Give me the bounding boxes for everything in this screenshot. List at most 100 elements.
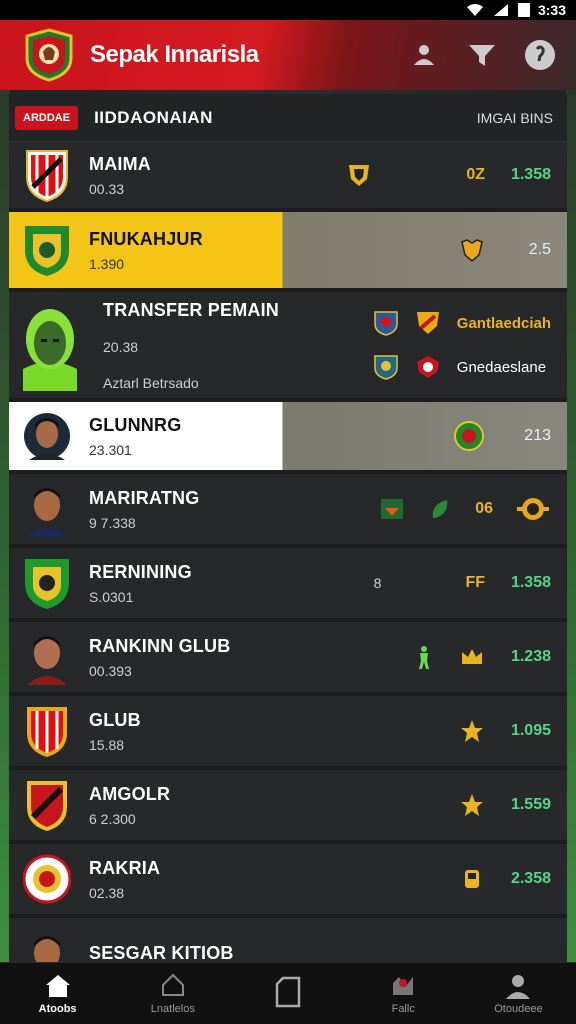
item-sub: S.0301 <box>89 588 134 605</box>
club-crest-icon <box>23 854 71 904</box>
app-logo <box>25 28 73 82</box>
club-crest-icon <box>381 499 404 519</box>
bus-icon <box>465 870 479 888</box>
item-sub: 1.390 <box>89 255 125 272</box>
nav-center[interactable] <box>230 963 345 1024</box>
item-score: 1.095 <box>510 722 551 739</box>
item-score: 2.5 <box>528 241 551 258</box>
filter-button[interactable] <box>466 39 498 71</box>
item-score: 2.358 <box>510 870 551 887</box>
transfer-label-from: Gantlaedciah <box>456 314 551 332</box>
nav-stats[interactable]: Fallc <box>346 963 461 1024</box>
profile-button[interactable] <box>408 39 440 71</box>
player-avatar <box>27 636 67 685</box>
item-score: 1.559 <box>510 796 551 813</box>
item-sub: 9 7.338 <box>89 514 136 531</box>
list-item-selected[interactable]: GLUNNRG 23.301 213 <box>9 402 567 474</box>
item-sub: 6 2.300 <box>89 810 136 827</box>
app-header: Sepak Innarisla <box>0 20 576 90</box>
list-item[interactable]: RANKINN GLUB 00.393 1.238 <box>9 622 567 696</box>
app-title: Sepak Innarisla <box>90 41 259 68</box>
club-crest-icon <box>27 707 67 757</box>
item-name: GLUB <box>89 709 141 730</box>
player-figure-icon <box>419 646 429 669</box>
item-code: FF <box>465 574 485 591</box>
list-item[interactable]: SESGAR KITIOB <box>9 918 567 962</box>
shield-icon <box>461 239 483 262</box>
list-item-highlighted[interactable]: FNUKAHJUR 1.390 2.5 <box>9 212 567 292</box>
item-extra: 8 <box>373 575 382 591</box>
nav-home[interactable]: Atoobs <box>0 963 115 1024</box>
item-name: SESGAR KITIOB <box>89 942 234 963</box>
player-avatar <box>24 413 70 460</box>
item-score: 1.238 <box>510 648 551 665</box>
club-crest-icon <box>26 150 68 203</box>
item-code: 0Z <box>466 166 485 183</box>
item-name: RANKINN GLUB <box>89 635 231 656</box>
nav-label: Otoudeee <box>494 1002 543 1015</box>
nav-notifications[interactable]: Lnatlelos <box>115 963 230 1024</box>
item-name: MARIRATNG <box>89 487 200 508</box>
item-code: 06 <box>475 500 493 517</box>
status-time: 3:33 <box>537 2 566 18</box>
item-name: AMGOLR <box>89 783 171 804</box>
player-avatar <box>34 936 60 962</box>
club-crest-icon <box>25 559 69 609</box>
item-name: RERNINING <box>89 561 192 582</box>
club-crest-icon <box>25 226 69 276</box>
list-title: IIDDAONAIAN <box>94 107 213 127</box>
profile-icon <box>506 974 531 999</box>
pitch-edge-right <box>566 90 576 962</box>
battery-icon <box>517 3 530 17</box>
item-score: 1.358 <box>510 574 551 591</box>
nav-profile[interactable]: Otoudeee <box>461 963 576 1024</box>
item-name: TRANSFER PEMAIN <box>103 299 280 320</box>
list-item[interactable]: MARIRATNG 9 7.338 06 <box>9 474 567 548</box>
status-bar: 3:33 <box>0 0 576 20</box>
wifi-icon <box>466 4 483 16</box>
bottom-nav: Atoobs Lnatlelos Fallc Otoudeee <box>0 962 576 1024</box>
item-sub: 02.38 <box>89 884 125 901</box>
club-from-icon <box>374 355 398 380</box>
ranking-list: ARDDAE IIDDAONAIAN IMGAI BINS MAIMA 00.3… <box>9 94 567 962</box>
medal-icon <box>517 498 549 520</box>
help-button[interactable] <box>524 39 556 71</box>
item-sub: 00.393 <box>89 662 132 679</box>
signal-icon <box>493 4 508 16</box>
list-column-label: IMGAI BINS <box>476 109 553 126</box>
nav-label: Lnatlelos <box>150 1002 195 1015</box>
club-to-icon <box>416 356 439 378</box>
item-name: MAIMA <box>89 153 151 174</box>
bell-icon <box>161 973 184 996</box>
filter-icon <box>469 45 495 66</box>
leaf-icon <box>432 500 448 518</box>
player-avatar <box>27 488 67 537</box>
list-item[interactable]: GLUB 15.88 1.095 <box>9 696 567 770</box>
list-item[interactable]: RAKRIA 02.38 2.358 <box>9 844 567 918</box>
list-item[interactable]: AMGOLR 6 2.300 1.559 <box>9 770 567 844</box>
list-header: ARDDAE IIDDAONAIAN IMGAI BINS <box>9 94 567 142</box>
item-name: GLUNNRG <box>89 414 182 435</box>
shield-icon <box>349 165 370 186</box>
item-sub: 20.38 <box>103 338 139 355</box>
crown-icon <box>462 649 482 664</box>
transfer-item[interactable]: TRANSFER PEMAIN 20.38 Aztarl Betrsado Ga… <box>9 292 567 402</box>
item-sub: 00.33 <box>89 180 125 197</box>
item-name: RAKRIA <box>89 857 161 878</box>
list-item[interactable]: RERNINING S.0301 8 FF 1.358 <box>9 548 567 622</box>
nav-label: Atoobs <box>38 1002 77 1015</box>
club-to-icon <box>416 312 439 334</box>
help-icon <box>525 40 555 70</box>
square-icon <box>275 976 301 1007</box>
club-crest-icon <box>454 421 484 451</box>
stats-icon <box>393 976 414 995</box>
club-from-icon <box>374 311 398 336</box>
user-icon <box>414 45 434 65</box>
item-sub-secondary: Aztarl Betrsado <box>103 374 199 391</box>
item-sub: 15.88 <box>89 736 125 753</box>
player-avatar <box>23 309 77 391</box>
list-item[interactable]: MAIMA 00.33 0Z 1.358 <box>9 142 567 212</box>
star-icon <box>461 794 483 816</box>
list-badge: ARDDAE <box>15 105 79 130</box>
item-score: 213 <box>524 427 551 444</box>
